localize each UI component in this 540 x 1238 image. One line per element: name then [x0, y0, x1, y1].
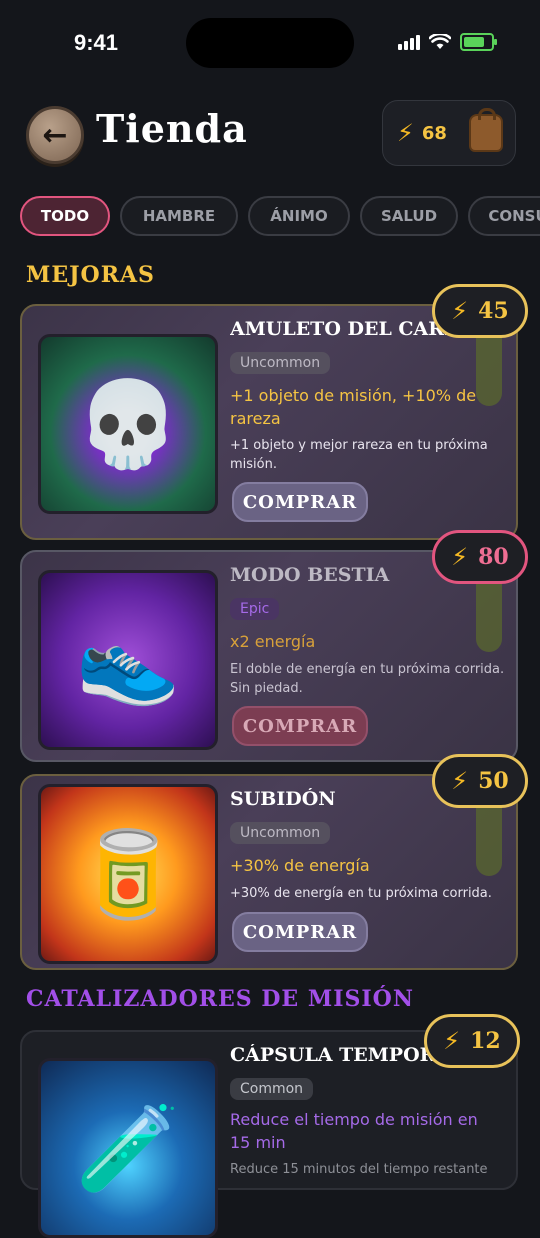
- winged-shoe-icon: 👟: [75, 611, 181, 709]
- item-image: 💀: [38, 334, 218, 514]
- lightning-icon: ⚡: [451, 543, 469, 571]
- item-description: +1 objeto y mejor rareza en tu próxima m…: [230, 438, 488, 472]
- item-effect: +1 objeto de misión, +10% de rareza: [230, 386, 477, 428]
- shop-item-card: 🥫 SUBIDÓN Uncommon +30% de energía +30% …: [20, 754, 528, 970]
- buy-button[interactable]: COMPRAR: [232, 912, 368, 952]
- item-image: 🥫: [38, 784, 218, 964]
- item-description: +30% de energía en tu próxima corrida.: [230, 886, 492, 901]
- price-badge: ⚡ 12: [424, 1014, 520, 1068]
- section-title-catalizadores: CATALIZADORES DE MISIÓN: [26, 986, 414, 1012]
- rarity-badge: Common: [230, 1078, 314, 1100]
- item-effect: Reduce el tiempo de misión en 15 min: [230, 1110, 478, 1152]
- rarity-badge: Uncommon: [230, 822, 331, 844]
- price-value: 80: [478, 544, 509, 570]
- item-description: Reduce 15 minutos del tiempo restante: [230, 1162, 488, 1177]
- rarity-badge: Uncommon: [230, 352, 331, 374]
- status-icons: [398, 33, 497, 51]
- category-tabs: TODO HAMBRE ÁNIMO SALUD CONSU: [20, 196, 540, 236]
- back-button[interactable]: ←: [26, 106, 84, 164]
- tab-animo[interactable]: ÁNIMO: [248, 196, 350, 236]
- skull-amulet-icon: 💀: [75, 375, 181, 473]
- battery-icon: [460, 33, 497, 51]
- tab-todo[interactable]: TODO: [20, 196, 110, 236]
- wifi-icon: [429, 34, 451, 49]
- energy-balance: 68: [421, 122, 447, 144]
- item-name: SUBIDÓN: [230, 788, 336, 810]
- tab-consumibles[interactable]: CONSU: [468, 196, 540, 236]
- price-badge: ⚡ 50: [432, 754, 528, 808]
- price-value: 50: [478, 768, 509, 794]
- lightning-icon: ⚡: [451, 767, 469, 795]
- buy-button[interactable]: COMPRAR: [232, 482, 368, 522]
- price-value: 12: [470, 1028, 501, 1054]
- status-bar: 9:41: [0, 0, 540, 88]
- time-capsule-icon: 🧪: [75, 1099, 181, 1197]
- rarity-badge: Epic: [230, 598, 280, 620]
- item-name: AMULETO DEL CARROÑERO: [230, 318, 466, 340]
- energy-can-icon: 🥫: [75, 825, 181, 923]
- status-time: 9:41: [74, 30, 119, 55]
- wallet-panel[interactable]: ⚡ 68: [382, 100, 516, 166]
- section-title-mejoras: MEJORAS: [26, 262, 155, 288]
- tab-salud[interactable]: SALUD: [360, 196, 458, 236]
- lightning-icon: ⚡: [397, 119, 414, 147]
- shop-item-card: 🧪 CÁPSULA TEMPORAL Common Reduce el tiem…: [20, 1014, 520, 1238]
- page-title: Tienda: [96, 106, 248, 151]
- tab-hambre[interactable]: HAMBRE: [120, 196, 238, 236]
- back-arrow-icon: ←: [42, 117, 68, 153]
- shop-item-card: 💀 AMULETO DEL CARROÑERO Uncommon +1 obje…: [20, 284, 528, 540]
- signal-icon: [398, 34, 420, 50]
- item-image: 🧪: [38, 1058, 218, 1238]
- backpack-icon[interactable]: [468, 108, 503, 152]
- item-effect: x2 energía: [230, 632, 316, 651]
- item-description: El doble de energía en tu próxima corrid…: [230, 662, 505, 696]
- price-value: 45: [478, 298, 509, 324]
- item-image: 👟: [38, 570, 218, 750]
- lightning-icon: ⚡: [443, 1027, 461, 1055]
- price-badge: ⚡ 80: [432, 530, 528, 584]
- buy-button[interactable]: COMPRAR: [232, 706, 368, 746]
- item-effect: +30% de energía: [230, 856, 370, 875]
- lightning-icon: ⚡: [451, 297, 469, 325]
- shop-item-card: 👟 MODO BESTIA Epic x2 energía El doble d…: [20, 530, 528, 762]
- item-name: MODO BESTIA: [230, 564, 390, 586]
- price-badge: ⚡ 45: [432, 284, 528, 338]
- dynamic-island: [186, 18, 354, 68]
